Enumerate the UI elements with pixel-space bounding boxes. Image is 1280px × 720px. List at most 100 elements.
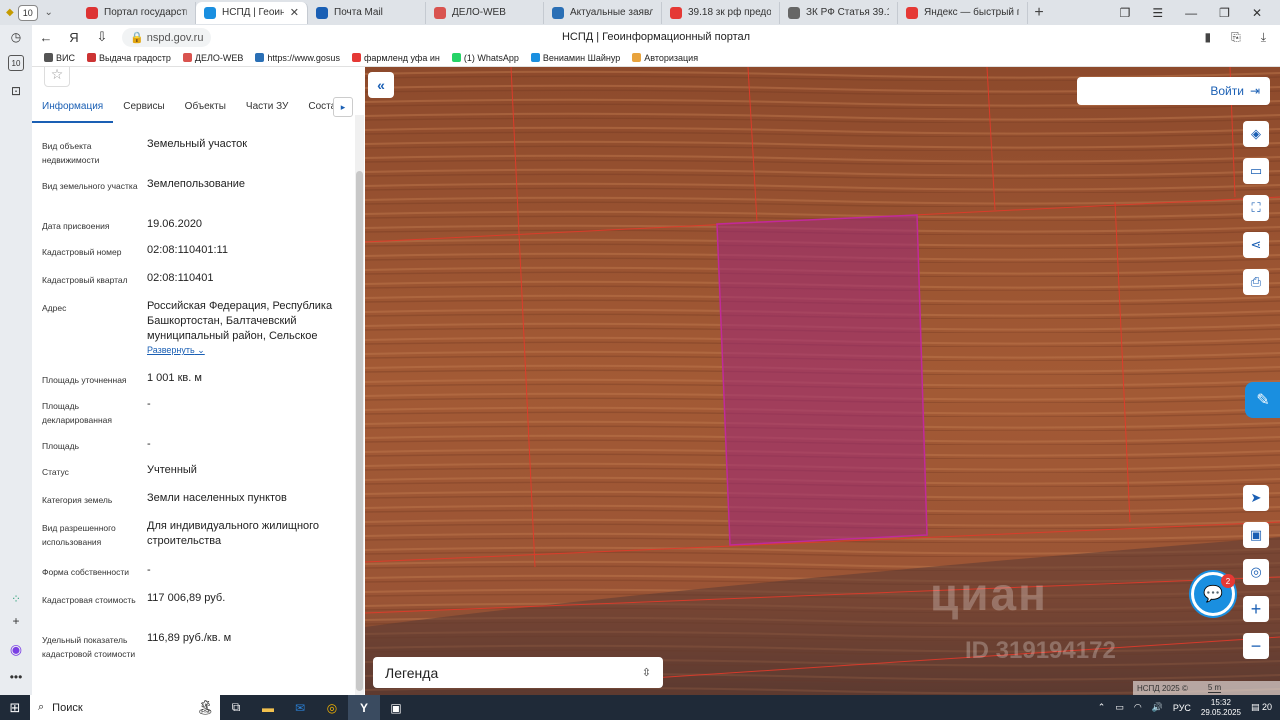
geolocation-icon[interactable]: ◎: [1243, 559, 1269, 585]
language-indicator[interactable]: РУС: [1173, 703, 1191, 713]
map-view[interactable]: циан ID 319194172 « Войти ⇥ ◈ ▭ ⛶ ⋖ ⎙ ✎ …: [365, 67, 1280, 695]
chat-badge: 2: [1221, 574, 1235, 588]
new-tab-button[interactable]: +: [1028, 4, 1050, 22]
chrome-icon[interactable]: ◎: [316, 695, 348, 720]
bookmark-label: https://www.gosus: [267, 52, 340, 63]
more-icon[interactable]: •••: [8, 669, 24, 685]
history-icon[interactable]: ◷: [8, 29, 24, 45]
feedback-chat-icon[interactable]: ✎: [1245, 382, 1280, 418]
select-area-icon[interactable]: ⛶: [1243, 195, 1269, 221]
url-text: nspd.gov.ru: [146, 31, 204, 44]
share-map-icon[interactable]: ⋖: [1243, 232, 1269, 258]
login-button[interactable]: Войти ⇥: [1077, 77, 1270, 105]
property-value: 02:08:110401:11: [147, 244, 228, 256]
property-label: Кадастровая стоимость: [42, 595, 136, 605]
tab-list-chevron-icon[interactable]: ⌄: [42, 5, 56, 21]
bookmark-item[interactable]: ВИС: [44, 53, 75, 63]
yandex-browser-icon[interactable]: Y: [348, 695, 380, 720]
apps-icon[interactable]: ⁘: [8, 591, 24, 607]
network-icon[interactable]: ▭: [1115, 702, 1124, 713]
browser-tab[interactable]: Яндекс — быстрый по: [898, 1, 1028, 24]
close-window-button[interactable]: ✕: [1252, 6, 1262, 20]
wifi-icon[interactable]: ◠: [1134, 702, 1142, 713]
tab-favicon-icon: [906, 6, 918, 19]
bookmark-item[interactable]: Выдача градостр: [86, 53, 171, 63]
property-label: Удельный показатель кадастровой стоимост…: [42, 635, 136, 659]
chevron-down-icon: ⌄: [194, 345, 205, 355]
clock[interactable]: 15:32 29.05.2025: [1201, 698, 1241, 718]
notification-center-icon[interactable]: ▤ 20: [1251, 702, 1272, 713]
bookmark-favicon-icon: [86, 53, 96, 62]
yandex-icon[interactable]: Я: [60, 30, 88, 45]
collapse-panel-button[interactable]: «: [368, 72, 394, 98]
collections-icon[interactable]: ❐: [1120, 6, 1131, 20]
panel-tab[interactable]: Информация: [32, 97, 114, 123]
tab-count-button[interactable]: 10: [17, 4, 38, 21]
expand-address-link[interactable]: Развернуть ⌄: [147, 345, 205, 356]
bookmark-item[interactable]: https://www.gosus: [255, 53, 340, 63]
back-button[interactable]: ←: [32, 30, 60, 45]
url-field[interactable]: 🔒 nspd.gov.ru: [122, 27, 212, 47]
browser-tab[interactable]: НСПД | Геоинформ ✕: [196, 1, 308, 24]
bookmark-item[interactable]: (1) WhatsApp: [451, 53, 519, 63]
browser-tab[interactable]: ДЕЛО-WEB: [426, 1, 544, 24]
tab-title: Почта Mail: [334, 7, 383, 18]
volume-icon[interactable]: 🔊: [1152, 702, 1163, 713]
favorite-star-icon[interactable]: ☆: [44, 67, 70, 87]
minimap-icon[interactable]: ▣: [1243, 522, 1269, 548]
search-highlight-icon: 🏝: [196, 699, 214, 715]
browser-tab[interactable]: Портал государственн: [78, 1, 196, 24]
share-icon[interactable]: ⎘: [1231, 30, 1241, 45]
notifications-icon[interactable]: ☰: [1152, 6, 1163, 20]
zoom-in-button[interactable]: +: [1243, 596, 1269, 622]
browser-tab[interactable]: Почта Mail: [308, 1, 426, 24]
panel-tab[interactable]: Объекты: [175, 97, 236, 123]
browser-sidebar: ◷ 10 ⊡ ⁘ + ◉ •••: [0, 25, 32, 695]
browser-tab[interactable]: ЗК РФ Статья 39.18. О: [780, 1, 898, 24]
downloads-tray-icon[interactable]: ⤓: [1261, 30, 1266, 45]
bookmark-favicon-icon: [351, 53, 361, 62]
alice-icon[interactable]: ◉: [8, 641, 24, 657]
bookmark-item[interactable]: ДЕЛО-WEB: [182, 53, 243, 63]
scrollbar-thumb[interactable]: [356, 171, 363, 691]
downloads-button[interactable]: ⇩: [88, 29, 116, 45]
panel-tab[interactable]: Части ЗУ: [236, 97, 298, 123]
browser-tab[interactable]: Актуальные заявлени: [544, 1, 662, 24]
tabs-count-icon[interactable]: 10: [8, 55, 24, 71]
print-icon[interactable]: ⎙: [1243, 269, 1269, 295]
add-panel-icon[interactable]: +: [8, 613, 24, 629]
task-view-icon[interactable]: ⧉: [220, 695, 252, 720]
downloads-icon[interactable]: ⊡: [8, 83, 24, 99]
outlook-icon[interactable]: ✉: [284, 695, 316, 720]
bookmark-icon[interactable]: ▮: [1204, 30, 1211, 45]
browser-tab[interactable]: 39.18 зк рф предостав: [662, 1, 780, 24]
zoom-out-button[interactable]: −: [1243, 633, 1269, 659]
minimize-button[interactable]: —: [1185, 6, 1197, 20]
bookmark-item[interactable]: Авторизация: [632, 53, 698, 63]
locate-icon[interactable]: ➤: [1243, 485, 1269, 511]
ruler-icon[interactable]: ▭: [1243, 158, 1269, 184]
property-value: Землепользование: [147, 178, 246, 190]
bookmark-label: ВИС: [56, 52, 75, 63]
close-tab-icon[interactable]: ✕: [290, 6, 299, 19]
legend-dropdown[interactable]: Легенда ⇳: [373, 657, 663, 688]
bookmark-item[interactable]: фармленд уфа ин: [351, 53, 440, 63]
file-explorer-icon[interactable]: ▬: [252, 695, 284, 720]
tabs-scroll-right-icon[interactable]: ▸: [333, 97, 353, 117]
selected-parcel[interactable]: [716, 214, 928, 546]
windows-start-icon[interactable]: ⊞: [0, 700, 30, 716]
browser-tab-strip: ◆ 10 ⌄ Портал государственн НСПД | Геоинф…: [0, 0, 1280, 25]
watermark-id: ID 319194172: [965, 637, 1116, 664]
maximize-button[interactable]: ❐: [1219, 6, 1230, 20]
tab-favicon-icon: [316, 6, 328, 19]
panel-scrollbar[interactable]: [355, 115, 364, 695]
property-label: Адрес: [42, 303, 67, 313]
tray-chevron-icon[interactable]: ⌃: [1098, 702, 1106, 713]
tab-title: 39.18 зк рф предостав: [688, 7, 771, 18]
property-label: Дата присвоения: [42, 221, 110, 231]
layers-icon[interactable]: ◈: [1243, 121, 1269, 147]
panel-tab[interactable]: Сервисы: [113, 97, 174, 123]
app-icon[interactable]: ▣: [380, 695, 412, 720]
taskbar-search[interactable]: ⌕ Поиск 🏝: [30, 695, 220, 720]
bookmark-item[interactable]: Вениамин Шайнур: [530, 53, 620, 63]
